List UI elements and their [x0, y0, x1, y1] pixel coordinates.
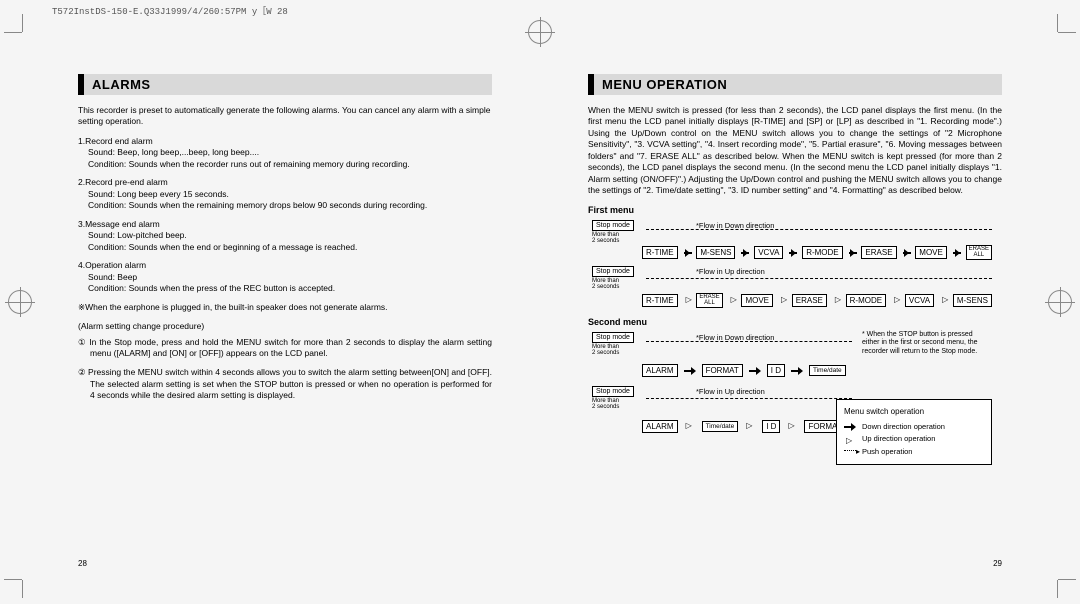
arrow-hollow-icon [844, 436, 856, 444]
arrow-hollow-icon [779, 297, 786, 305]
menu-item-box: MOVE [915, 246, 947, 259]
menu-item-box: M-SENS [953, 294, 992, 307]
procedure-step: ② Pressing the MENU switch within 4 seco… [78, 367, 492, 401]
stop-mode-note: Stop mode More than2 seconds [592, 219, 640, 244]
arrow-solid-icon [749, 367, 761, 375]
page-number: 28 [78, 559, 87, 568]
menu-item-box: Time/date [809, 365, 846, 376]
flow-up-label: *Flow in Up direction [696, 267, 765, 276]
menu-item-box: FORMAT [702, 364, 743, 377]
menu-item-box: ERASEALL [696, 293, 722, 308]
arrow-hollow-icon [940, 297, 947, 305]
earphone-note: ※When the earphone is plugged in, the bu… [78, 302, 492, 313]
alarms-heading: ALARMS [78, 74, 492, 95]
legend-title: Menu switch operation [844, 405, 984, 419]
first-menu-diagram: Stop mode More than2 seconds *Flow in Do… [588, 219, 1002, 311]
arrow-solid-icon [741, 249, 748, 257]
arrow-solid-icon [849, 249, 856, 257]
alarms-intro: This recorder is preset to automatically… [78, 105, 492, 128]
arrow-hollow-icon [892, 297, 899, 305]
menu-item-box: R-TIME [642, 294, 678, 307]
menu-item-box: ERASE [861, 246, 896, 259]
arrow-hollow-icon [684, 297, 691, 305]
flow-up-label: *Flow in Up direction [696, 387, 765, 396]
menu-item-box: VCVA [905, 294, 934, 307]
stop-mode-note: Stop mode More than2 seconds [592, 385, 640, 410]
menu-item-box: R-MODE [846, 294, 886, 307]
legend-box: Menu switch operation Down direction ope… [836, 399, 992, 465]
page-number: 29 [993, 559, 1002, 568]
header-job-code: T572InstDS-150-E.Q33J1999/4/260:57PM y［W… [52, 4, 288, 17]
alarm-item: 1.Record end alarmSound: Beep, long beep… [78, 136, 492, 170]
menu-item-box: ALARM [642, 364, 678, 377]
menu-item-box: ERASEALL [966, 245, 992, 260]
menu-item-box: M-SENS [696, 246, 735, 259]
first-menu-label: First menu [588, 205, 1002, 215]
alarm-item: 2.Record pre-end alarmSound: Long beep e… [78, 177, 492, 211]
page-spread: ALARMS This recorder is preset to automa… [48, 40, 1032, 574]
alarm-item: 3.Message end alarmSound: Low-pitched be… [78, 219, 492, 253]
stop-button-note: * When the STOP button is pressed either… [862, 331, 992, 356]
arrow-solid-icon [953, 249, 960, 257]
menu-item-box: R-MODE [802, 246, 842, 259]
alarm-item: 4.Operation alarmSound: BeepCondition: S… [78, 260, 492, 294]
arrow-solid-icon [903, 249, 910, 257]
arrow-solid-icon [789, 249, 796, 257]
arrow-hollow-icon [744, 423, 756, 431]
crop-mark [1036, 558, 1076, 598]
menu-item-box: MOVE [741, 294, 773, 307]
menu-item-box: ALARM [642, 420, 678, 433]
registration-mark-icon [8, 290, 32, 314]
legend-push: Push operation [844, 446, 984, 459]
menu-item-box: I D [767, 364, 785, 377]
menu-item-box: VCVA [754, 246, 783, 259]
left-page: ALARMS This recorder is preset to automa… [48, 40, 522, 574]
menu-op-heading: MENU OPERATION [588, 74, 1002, 95]
arrow-solid-icon [684, 249, 691, 257]
stop-mode-note: Stop mode More than2 seconds [592, 265, 640, 290]
arrow-hollow-icon [786, 423, 798, 431]
crop-mark [1036, 14, 1076, 54]
menu-item-box: I D [762, 420, 780, 433]
menu-item-box: Time/date [702, 421, 739, 432]
legend-up: Up direction operation [844, 433, 984, 446]
registration-mark-icon [1048, 290, 1072, 314]
arrow-hollow-icon [729, 297, 736, 305]
procedure-head: (Alarm setting change procedure) [78, 321, 492, 332]
second-menu-label: Second menu [588, 317, 1002, 327]
arrow-dotted-icon [844, 450, 856, 451]
arrow-solid-icon [684, 367, 696, 375]
stop-mode-note: Stop mode More than2 seconds [592, 331, 640, 356]
arrow-hollow-icon [833, 297, 840, 305]
menu-op-intro: When the MENU switch is pressed (for les… [588, 105, 1002, 197]
arrow-solid-icon [791, 367, 803, 375]
right-page: MENU OPERATION When the MENU switch is p… [558, 40, 1032, 574]
crop-mark [4, 558, 44, 598]
legend-down: Down direction operation [844, 421, 984, 434]
arrow-hollow-icon [684, 423, 696, 431]
second-menu-diagram: * When the STOP button is pressed either… [588, 331, 1002, 461]
crop-mark [4, 14, 44, 54]
arrow-solid-icon [844, 423, 856, 431]
menu-item-box: ERASE [792, 294, 827, 307]
menu-item-box: R-TIME [642, 246, 678, 259]
procedure-step: ① In the Stop mode, press and hold the M… [78, 337, 492, 360]
